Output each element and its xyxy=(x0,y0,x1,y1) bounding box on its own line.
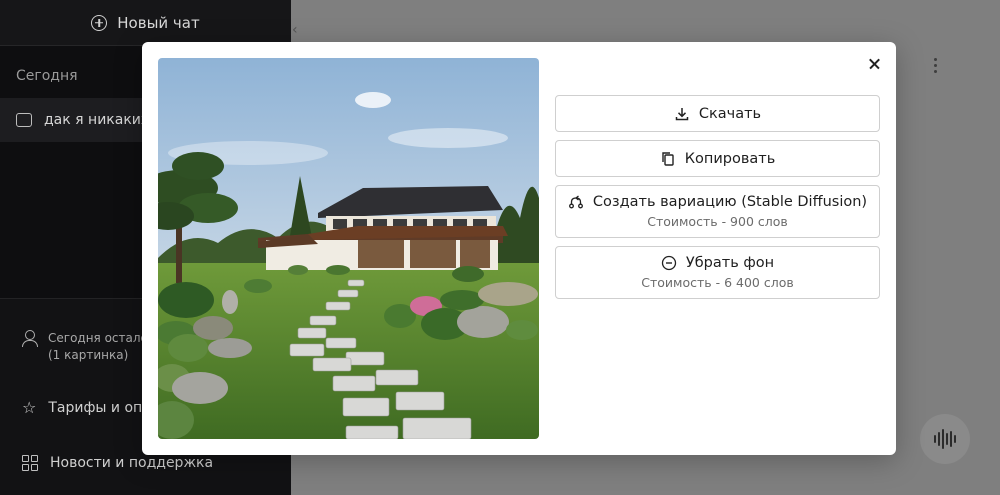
new-chat-button[interactable]: Новый чат xyxy=(0,0,291,46)
quota-line-2: (1 картинка) xyxy=(48,348,129,362)
download-label: Скачать xyxy=(698,105,762,122)
variation-label: Создать вариацию (Stable Diffusion) xyxy=(592,194,868,210)
voice-input-button[interactable] xyxy=(920,414,970,464)
tariffs-label: Тарифы и опл xyxy=(48,400,152,416)
minus-circle-icon xyxy=(661,255,677,271)
variation-cost: Стоимость - 900 слов xyxy=(647,214,788,229)
more-options-icon[interactable] xyxy=(934,58,937,73)
image-modal: Скачать Копировать Создать вариацию (Sta… xyxy=(142,42,896,455)
remove-bg-label: Убрать фон xyxy=(685,255,775,271)
section-today-label: Сегодня xyxy=(16,68,78,84)
tariffs-link[interactable]: ☆ Тарифы и опл xyxy=(22,398,152,417)
variation-icon xyxy=(568,194,584,210)
remove-bg-cost: Стоимость - 6 400 слов xyxy=(641,275,794,290)
create-variation-button[interactable]: Создать вариацию (Stable Diffusion) Стои… xyxy=(555,185,880,238)
new-chat-label: Новый чат xyxy=(117,13,200,32)
copy-icon xyxy=(660,151,676,167)
copy-button[interactable]: Копировать xyxy=(555,140,880,177)
quota-info: Сегодня остало (1 картинка) xyxy=(22,330,148,364)
plus-circle-icon xyxy=(91,14,108,31)
close-icon[interactable] xyxy=(864,54,884,74)
news-support-link[interactable]: Новости и поддержка xyxy=(22,455,213,471)
remove-background-button[interactable]: Убрать фон Стоимость - 6 400 слов xyxy=(555,246,880,299)
quota-line-1: Сегодня остало xyxy=(48,331,148,345)
download-icon xyxy=(674,106,690,122)
generated-image xyxy=(158,58,539,439)
grid-icon xyxy=(22,455,38,471)
collapse-sidebar-icon[interactable]: ‹ xyxy=(292,22,298,38)
user-icon xyxy=(22,330,38,347)
message-icon xyxy=(16,113,32,127)
star-icon: ☆ xyxy=(22,398,37,417)
image-actions: Скачать Копировать Создать вариацию (Sta… xyxy=(555,95,880,299)
news-label: Новости и поддержка xyxy=(50,455,214,471)
download-button[interactable]: Скачать xyxy=(555,95,880,132)
chat-item-label: дак я никаких xyxy=(44,112,150,128)
copy-label: Копировать xyxy=(684,150,776,167)
